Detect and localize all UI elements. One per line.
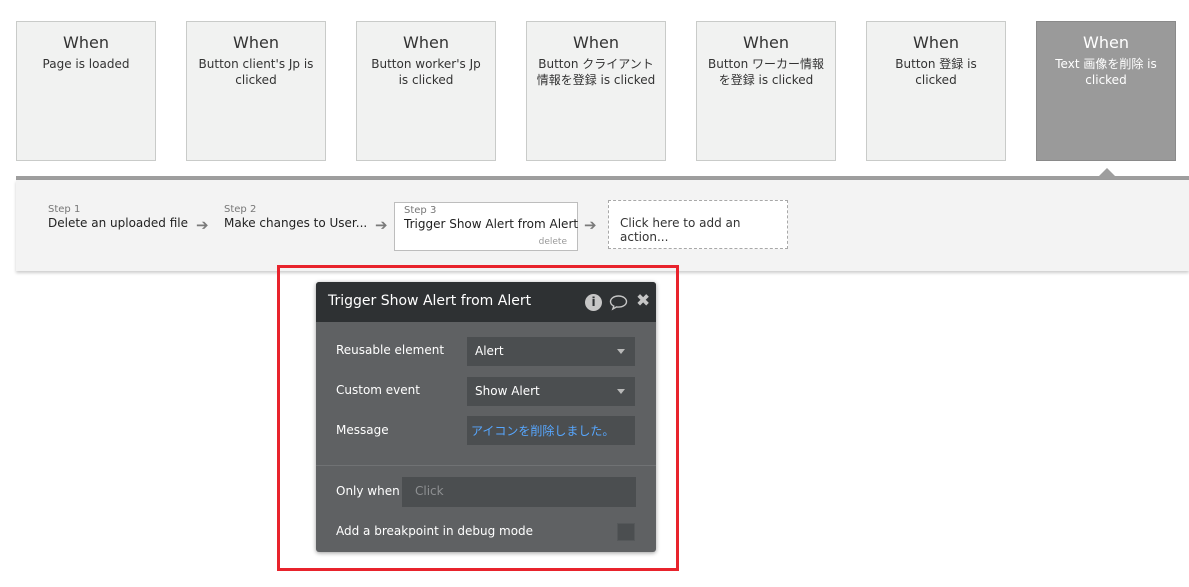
arrow-right-icon: ➔ — [584, 216, 597, 234]
message-field[interactable]: アイコンを削除しました。 — [467, 416, 635, 445]
event-card-register-client[interactable]: When Button クライアント情報を登録 is clicked — [526, 21, 666, 161]
event-card-client-jp[interactable]: When Button client's Jp is clicked — [186, 21, 326, 161]
breakpoint-label: Add a breakpoint in debug mode — [336, 524, 534, 538]
event-description: Page is loaded — [42, 57, 130, 71]
arrow-right-icon: ➔ — [375, 216, 388, 234]
reusable-element-dropdown[interactable]: Alert — [467, 337, 635, 366]
custom-event-dropdown[interactable]: Show Alert — [467, 377, 635, 406]
step-3[interactable]: Step 3 Trigger Show Alert from Alert del… — [394, 202, 578, 251]
panel-title: Trigger Show Alert from Alert — [328, 293, 532, 309]
selected-event-pointer — [1099, 168, 1115, 176]
step-number: Step 2 — [224, 204, 257, 215]
event-when-label: When — [573, 33, 619, 52]
event-description: Button 登録 is clicked — [895, 57, 977, 87]
add-action-button[interactable]: Click here to add an action... — [608, 200, 788, 249]
close-icon[interactable]: ✖ — [636, 291, 650, 311]
custom-event-value: Show Alert — [475, 384, 540, 398]
step-title: Make changes to User... — [224, 216, 368, 230]
chevron-down-icon — [617, 349, 625, 354]
event-when-label: When — [63, 33, 109, 52]
panel-header: Trigger Show Alert from Alert i ✖ — [316, 282, 656, 322]
step-1[interactable]: Step 1 Delete an uploaded file — [48, 204, 188, 230]
only-when-label: Only when — [336, 484, 400, 498]
message-label: Message — [336, 423, 389, 437]
step-number: Step 1 — [48, 204, 81, 215]
step-title: Trigger Show Alert from Alert — [404, 217, 579, 231]
action-properties-panel: Trigger Show Alert from Alert i ✖ Reusab… — [316, 282, 656, 552]
step-title: Delete an uploaded file — [48, 216, 188, 230]
event-when-label: When — [1083, 33, 1129, 52]
event-card-worker-jp[interactable]: When Button worker's Jp is clicked — [356, 21, 496, 161]
comment-icon[interactable] — [609, 294, 628, 316]
step-delete-link[interactable]: delete — [539, 237, 567, 247]
event-description: Text 画像を削除 is clicked — [1055, 57, 1157, 87]
arrow-right-icon: ➔ — [196, 216, 209, 234]
event-card-register[interactable]: When Button 登録 is clicked — [866, 21, 1006, 161]
event-when-label: When — [403, 33, 449, 52]
event-card-page-loaded[interactable]: When Page is loaded — [16, 21, 156, 161]
event-when-label: When — [743, 33, 789, 52]
event-when-label: When — [913, 33, 959, 52]
step-2[interactable]: Step 2 Make changes to User... — [224, 204, 367, 230]
event-when-label: When — [233, 33, 279, 52]
reusable-element-label: Reusable element — [336, 343, 445, 357]
breakpoint-checkbox[interactable] — [617, 523, 635, 541]
chevron-down-icon — [617, 389, 625, 394]
panel-divider — [316, 465, 656, 466]
step-number: Step 3 — [404, 205, 437, 216]
event-description: Button ワーカー情報を登録 is clicked — [707, 57, 824, 87]
event-description: Button クライアント情報を登録 is clicked — [536, 57, 656, 87]
reusable-element-value: Alert — [475, 344, 504, 358]
event-card-register-worker[interactable]: When Button ワーカー情報を登録 is clicked — [696, 21, 836, 161]
event-card-delete-image[interactable]: When Text 画像を削除 is clicked — [1036, 21, 1176, 161]
only-when-input[interactable]: Click — [402, 477, 636, 507]
info-icon[interactable]: i — [585, 294, 602, 311]
custom-event-label: Custom event — [336, 383, 420, 397]
event-description: Button client's Jp is clicked — [198, 57, 314, 87]
event-description: Button worker's Jp is clicked — [371, 57, 481, 87]
workflow-steps-bar: Step 1 Delete an uploaded file ➔ Step 2 … — [16, 180, 1189, 271]
